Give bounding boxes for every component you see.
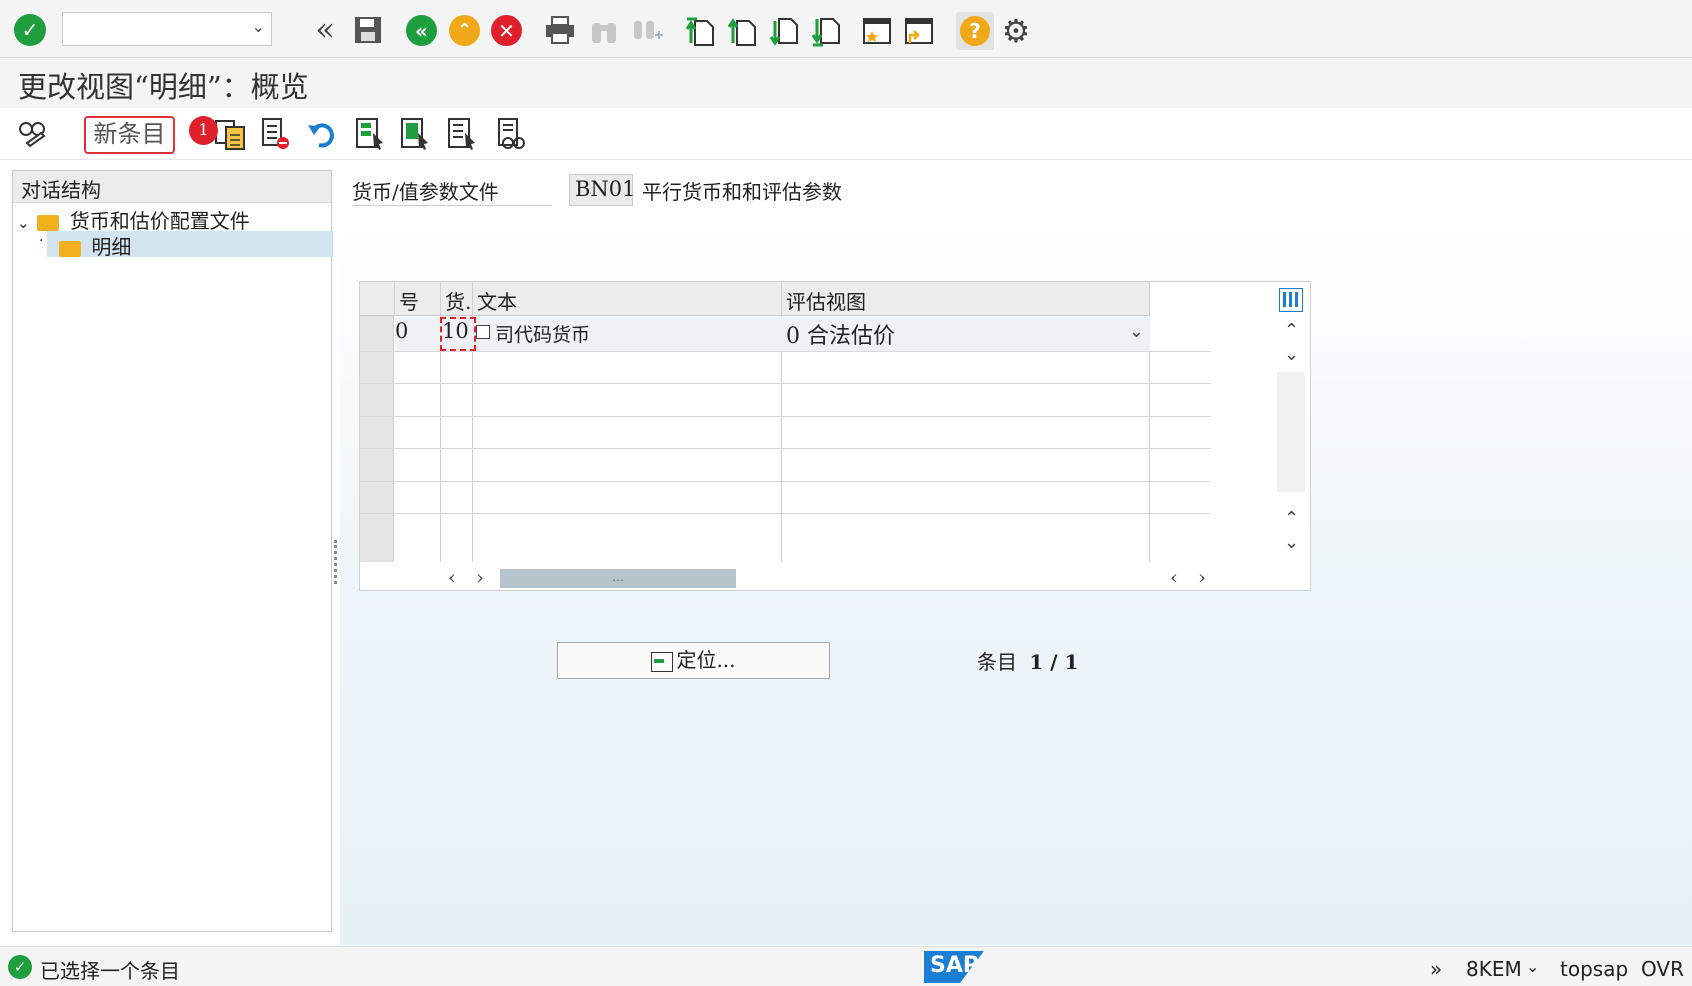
- scroll-page-up-icon[interactable]: ⌃: [1284, 508, 1299, 529]
- command-field[interactable]: ⌄: [62, 12, 272, 46]
- success-icon: ✓: [8, 955, 32, 979]
- dialog-structure-panel: 对话结构 ⌄ 货币和估价配置文件 · 明细: [12, 170, 333, 932]
- new-session-icon[interactable]: [861, 14, 893, 48]
- display-change-icon[interactable]: [16, 116, 50, 150]
- first-page-icon[interactable]: [684, 14, 716, 48]
- column-header-currency[interactable]: 货.: [441, 282, 473, 316]
- panel-splitter[interactable]: [334, 540, 338, 584]
- delete-icon[interactable]: [258, 116, 292, 152]
- row-divider: [360, 351, 1210, 352]
- open-folder-icon: [59, 240, 81, 257]
- table-settings-icon[interactable]: [1279, 288, 1303, 312]
- exit-icon[interactable]: ⌃: [449, 15, 480, 46]
- folder-icon: [37, 214, 60, 231]
- column-header-number[interactable]: 号: [395, 282, 441, 316]
- row-divider: [360, 416, 1210, 417]
- application-toolbar: [0, 108, 1692, 160]
- back-icon[interactable]: «: [406, 15, 437, 46]
- scroll-left-end-icon[interactable]: ‹: [1170, 565, 1178, 589]
- sap-logo: SAP: [924, 951, 984, 983]
- row-selector-column[interactable]: [360, 282, 394, 562]
- entry-counter-label: 条目: [977, 650, 1017, 674]
- vertical-scrollbar[interactable]: [1277, 372, 1305, 492]
- horizontal-scrollbar-thumb[interactable]: …: [500, 569, 736, 588]
- input-mode[interactable]: OVR: [1641, 957, 1684, 981]
- entry-counter-value: 1 / 1: [1029, 650, 1079, 674]
- dialog-structure-header: 对话结构: [13, 171, 331, 203]
- expand-status-icon[interactable]: »: [1430, 957, 1442, 981]
- bullet-icon: ·: [39, 233, 44, 249]
- chevron-down-icon[interactable]: ⌄: [252, 17, 265, 36]
- prev-page-icon[interactable]: [726, 14, 758, 48]
- entries-table: 号 货. 文本 评估视图 0 10 司代码货币 0 合法估价 ⌄ ‹ › … ‹…: [359, 281, 1311, 591]
- system-id[interactable]: 8KEM: [1466, 957, 1522, 981]
- scroll-grip: …: [612, 570, 624, 584]
- chevron-down-icon[interactable]: ⌄: [17, 214, 31, 232]
- cell-text: 司代码货币: [495, 324, 591, 346]
- main-area: 货币/值参数文件 BN01 平行货币和和评估参数 号 货. 文本 评估视图 0 …: [340, 160, 1692, 945]
- select-block-icon[interactable]: [399, 116, 433, 152]
- entry-counter: 条目 1 / 1: [977, 646, 1078, 675]
- find-icon[interactable]: [588, 14, 620, 46]
- param-value-field: BN01: [569, 174, 636, 206]
- undo-icon[interactable]: [306, 118, 340, 150]
- status-message[interactable]: 已选择一个条目: [40, 955, 180, 984]
- row-divider: [360, 448, 1210, 449]
- copy-as-icon[interactable]: [213, 116, 247, 152]
- title-bar: 更改视图“明细”：概览: [0, 58, 1692, 108]
- scroll-left-icon[interactable]: ‹: [448, 565, 456, 589]
- row-divider: [360, 383, 1210, 384]
- last-page-icon[interactable]: [810, 14, 842, 48]
- system-toolbar: ✓ ⌄ « « ⌃ ✕ ? ⚙: [0, 0, 1692, 58]
- save-icon[interactable]: [352, 14, 384, 46]
- param-label: 货币/值参数文件: [352, 174, 552, 206]
- position-icon: [651, 651, 674, 672]
- view-details-icon[interactable]: [494, 116, 528, 152]
- cell-number[interactable]: 0: [395, 319, 408, 343]
- chevron-down-icon[interactable]: ⌄: [1526, 957, 1539, 976]
- column-header-view[interactable]: 评估视图: [782, 282, 1150, 316]
- check-icon[interactable]: ✓: [14, 14, 46, 46]
- position-button-label: 定位...: [676, 648, 736, 672]
- scroll-right-end-icon[interactable]: ›: [1198, 565, 1206, 589]
- chevron-down-icon[interactable]: ⌄: [1129, 321, 1144, 342]
- focused-cell[interactable]: [440, 317, 476, 351]
- next-page-icon[interactable]: [768, 14, 800, 48]
- tree-node-label: 明细: [91, 235, 132, 259]
- scroll-up-icon[interactable]: ⌃: [1284, 320, 1299, 341]
- command-input[interactable]: [67, 13, 237, 43]
- page-title: 更改视图“明细”：概览: [18, 70, 309, 104]
- tree-node-detail[interactable]: · 明细: [39, 231, 333, 259]
- new-entries-button[interactable]: 新条目: [84, 116, 175, 154]
- help-icon[interactable]: ?: [956, 12, 994, 50]
- status-bar: ✓ 已选择一个条目 SAP » 8KEM ⌄ topsap OVR: [0, 946, 1692, 986]
- row-divider: [360, 481, 1210, 482]
- scroll-page-down-icon[interactable]: ⌄: [1284, 532, 1299, 553]
- position-button[interactable]: 定位...: [557, 642, 830, 679]
- select-all-icon[interactable]: [354, 116, 388, 152]
- table-header-corner: [360, 282, 395, 316]
- param-description: 平行货币和和评估参数: [642, 180, 842, 204]
- back-double-icon[interactable]: «: [310, 10, 340, 48]
- value-help-icon[interactable]: [476, 325, 490, 339]
- scroll-down-icon[interactable]: ⌄: [1284, 344, 1299, 365]
- host-name: topsap: [1560, 957, 1629, 981]
- step-badge: 1: [189, 116, 218, 145]
- deselect-all-icon[interactable]: [446, 116, 480, 152]
- scroll-right-icon[interactable]: ›: [476, 565, 484, 589]
- tree-node-label: 货币和估价配置文件: [69, 209, 250, 233]
- tree-node-profile[interactable]: ⌄ 货币和估价配置文件: [17, 205, 333, 233]
- row-divider: [360, 513, 1210, 514]
- cell-view[interactable]: 0 合法估价: [786, 318, 895, 350]
- cancel-icon[interactable]: ✕: [491, 15, 522, 46]
- shortcut-icon[interactable]: [903, 14, 935, 48]
- settings-icon[interactable]: ⚙: [998, 12, 1034, 50]
- find-next-icon[interactable]: [630, 14, 664, 46]
- column-header-text[interactable]: 文本: [473, 282, 782, 316]
- table-row[interactable]: 0 10 司代码货币 0 合法估价 ⌄: [395, 317, 1150, 351]
- print-icon[interactable]: [543, 14, 577, 46]
